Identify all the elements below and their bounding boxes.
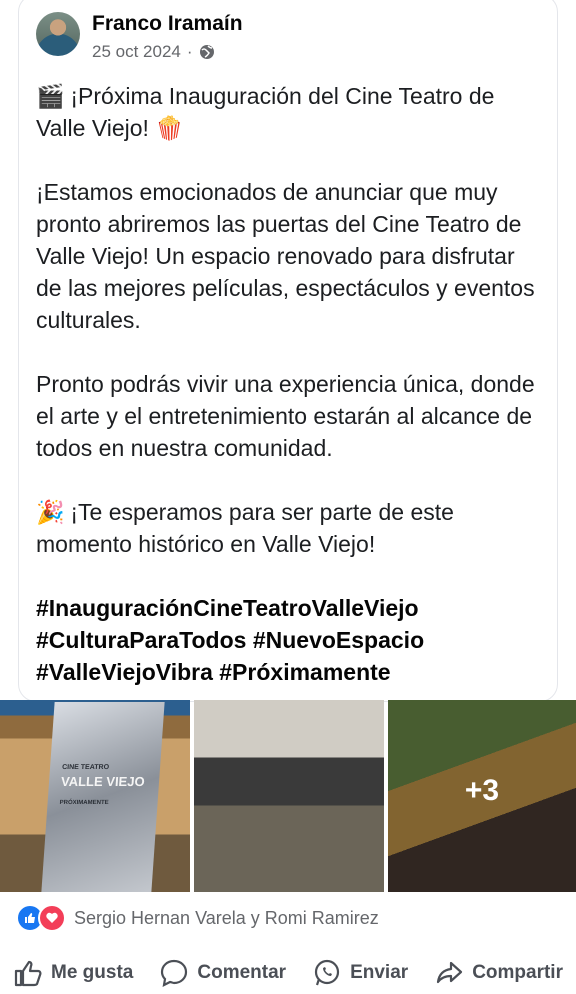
whatsapp-icon [314, 959, 340, 986]
party-popper-emoji: 🎉 [36, 499, 65, 525]
photo-sign[interactable]: CINE TEATRO VALLE VIEJO PRÓXIMAMENTE [0, 700, 190, 892]
share-arrow-icon [437, 961, 463, 984]
reaction-icons [16, 904, 66, 932]
sign-title: VALLE VIEJO [60, 774, 146, 789]
avatar[interactable] [36, 12, 80, 56]
hashtag-line[interactable]: #CulturaParaTodos #NuevoEspacio [36, 624, 546, 656]
invite-text: ¡Te esperamos para ser parte de este mom… [36, 499, 454, 557]
title-text: ¡Próxima Inauguración del Cine Teatro de… [36, 83, 495, 141]
post-header: Franco Iramaín 25 oct 2024 · [36, 12, 243, 62]
hashtags: #InauguraciónCineTeatroValleViejo #Cultu… [36, 592, 546, 688]
comment-button[interactable]: Comentar [159, 952, 286, 994]
clapperboard-emoji: 🎬 [36, 83, 65, 109]
globe-icon [199, 45, 214, 59]
share-label: Compartir [472, 962, 563, 983]
like-label: Me gusta [51, 962, 134, 983]
photo-grid: CINE TEATRO VALLE VIEJO PRÓXIMAMENTE +3 [0, 700, 576, 892]
reactions-summary[interactable]: Sergio Hernan Varela y Romi Ramirez [16, 904, 379, 932]
share-button[interactable]: Compartir [434, 952, 563, 994]
sign-subtitle: PRÓXIMAMENTE [59, 800, 109, 806]
post-actions: Me gusta Comentar Enviar Compartir [0, 952, 576, 994]
send-button[interactable]: Enviar [312, 952, 408, 994]
reaction-names: Sergio Hernan Varela y Romi Ramirez [74, 907, 379, 928]
love-reaction-icon [38, 904, 66, 932]
photo-event[interactable]: +3 [388, 700, 576, 892]
hashtag-line[interactable]: #InauguraciónCineTeatroValleViejo [36, 592, 546, 624]
thumbs-up-icon [14, 960, 42, 987]
comment-label: Comentar [197, 962, 287, 983]
send-label: Enviar [350, 962, 409, 983]
comment-icon [161, 959, 188, 987]
paragraph-3: 🎉 ¡Te esperamos para ser parte de este m… [36, 496, 546, 560]
popcorn-emoji: 🍿 [155, 115, 184, 141]
author-name[interactable]: Franco Iramaín [92, 12, 243, 36]
separator-dot: · [186, 42, 193, 61]
sign-text: CINE TEATRO [61, 764, 110, 771]
post-text: 🎬 ¡Próxima Inauguración del Cine Teatro … [36, 80, 546, 688]
paragraph-1: ¡Estamos emocionados de anunciar que muy… [36, 179, 535, 333]
like-button[interactable]: Me gusta [13, 952, 133, 994]
cinema-sign: CINE TEATRO VALLE VIEJO PRÓXIMAMENTE [41, 702, 165, 892]
post-meta: 25 oct 2024 · [92, 42, 243, 62]
post-title: 🎬 ¡Próxima Inauguración del Cine Teatro … [36, 80, 546, 144]
hashtag-line[interactable]: #ValleViejoVibra #Próximamente [36, 656, 546, 688]
more-photos-overlay[interactable]: +3 [388, 700, 576, 892]
photo-crowd[interactable] [194, 700, 384, 892]
post-date[interactable]: 25 oct 2024 [92, 42, 181, 62]
paragraph-2: Pronto podrás vivir una experiencia únic… [36, 371, 535, 461]
